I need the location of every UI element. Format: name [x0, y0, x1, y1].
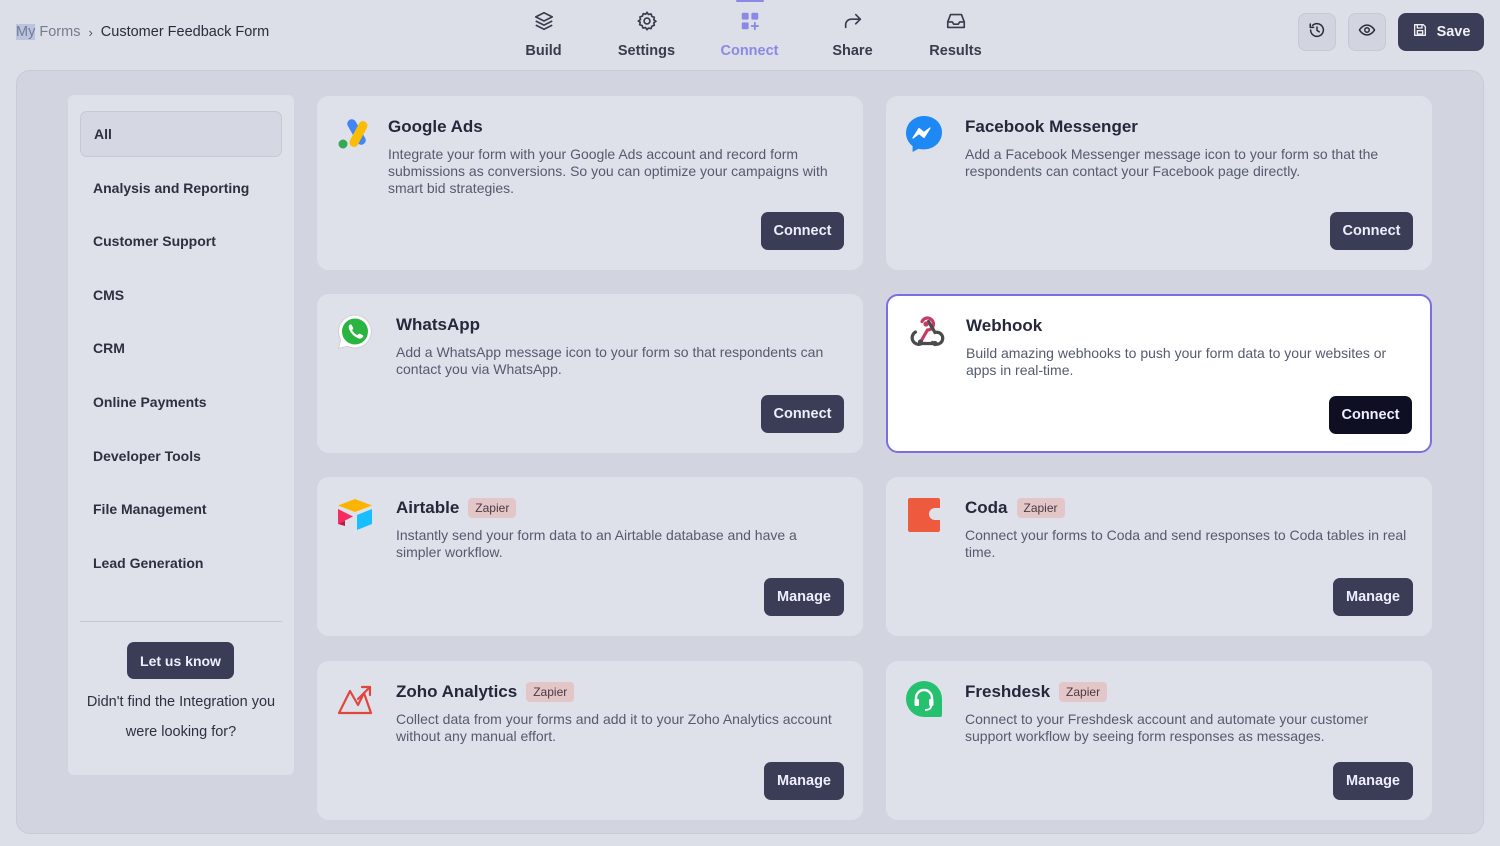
integration-card-coda: Coda Zapier Connect your forms to Coda a…: [886, 477, 1432, 636]
nav-tabs: Build Settings Connect Share Results: [492, 0, 1007, 68]
tab-build[interactable]: Build: [492, 0, 595, 68]
integration-card-whatsapp: WhatsApp Add a WhatsApp message icon to …: [317, 294, 863, 453]
integration-card-zoho-analytics: Zoho Analytics Zapier Collect data from …: [317, 661, 863, 820]
integration-card-webhook: Webhook Build amazing webhooks to push y…: [886, 294, 1432, 453]
manage-button[interactable]: Manage: [764, 762, 844, 800]
tab-connect-label: Connect: [720, 43, 779, 59]
integration-description: Connect to your Freshdesk account and au…: [965, 711, 1369, 744]
integration-description: Collect data from your forms and add it …: [396, 711, 832, 744]
integration-name: Webhook: [966, 316, 1043, 335]
card-title: Google Ads: [388, 117, 483, 137]
save-icon: [1412, 22, 1428, 42]
layers-icon: [533, 10, 555, 37]
whatsapp-icon: [335, 312, 375, 352]
zapier-badge: Zapier: [526, 682, 575, 702]
apps-add-icon: [739, 10, 761, 37]
manage-button[interactable]: Manage: [1333, 578, 1413, 616]
integration-name: WhatsApp: [396, 315, 481, 334]
integration-description: Integrate your form with your Google Ads…: [388, 146, 828, 196]
integration-not-found-text: Didn't find the Integration you were loo…: [86, 694, 276, 740]
save-button[interactable]: Save: [1398, 13, 1484, 51]
let-us-know-button[interactable]: Let us know: [127, 642, 234, 679]
category-customer-support[interactable]: Customer Support: [80, 218, 282, 264]
breadcrumb-current-form: Customer Feedback Form: [100, 24, 270, 40]
eye-icon: [1358, 21, 1376, 44]
preview-button[interactable]: [1348, 13, 1386, 51]
connect-button[interactable]: Connect: [761, 212, 844, 250]
breadcrumb-my-forms-text: Forms: [35, 24, 81, 40]
card-title: Freshdesk Zapier: [965, 682, 1108, 702]
card-title: Facebook Messenger: [965, 117, 1138, 137]
history-button[interactable]: [1298, 13, 1336, 51]
zapier-badge: Zapier: [1059, 682, 1108, 702]
integration-description: Instantly send your form data to an Airt…: [396, 527, 797, 560]
integration-name: Freshdesk: [965, 682, 1051, 701]
category-analysis-reporting[interactable]: Analysis and Reporting: [80, 165, 282, 211]
integration-card-freshdesk: Freshdesk Zapier Connect to your Freshde…: [886, 661, 1432, 820]
header-actions: Save: [1298, 13, 1484, 51]
tab-results-label: Results: [929, 43, 982, 59]
category-lead-generation[interactable]: Lead Generation: [80, 540, 282, 586]
connect-button[interactable]: Connect: [761, 395, 844, 433]
freshdesk-icon: [904, 679, 944, 719]
tab-settings[interactable]: Settings: [595, 0, 698, 68]
breadcrumb-separator: ›: [88, 24, 93, 40]
breadcrumb: My Forms › Customer Feedback Form: [16, 24, 269, 40]
category-sidebar: All Analysis and Reporting Customer Supp…: [68, 95, 294, 775]
tab-results[interactable]: Results: [904, 0, 1007, 68]
category-all[interactable]: All: [80, 111, 282, 157]
coda-icon: [904, 495, 944, 535]
connect-button[interactable]: Connect: [1329, 396, 1412, 434]
card-title: Coda Zapier: [965, 498, 1065, 518]
integration-card-airtable: Airtable Zapier Instantly send your form…: [317, 477, 863, 636]
category-developer-tools[interactable]: Developer Tools: [80, 433, 282, 479]
tab-share-label: Share: [832, 43, 873, 59]
integration-name: Google Ads: [388, 117, 483, 136]
category-marketing-automation[interactable]: Marketing Automation: [80, 593, 282, 611]
integration-card-facebook-messenger: Facebook Messenger Add a Facebook Messen…: [886, 96, 1432, 270]
webhook-icon: [905, 313, 945, 353]
card-title: Airtable Zapier: [396, 498, 517, 518]
integration-card-google-ads: Google Ads Integrate your form with your…: [317, 96, 863, 270]
tab-settings-label: Settings: [617, 43, 676, 59]
messenger-icon: [904, 114, 944, 154]
integration-name: Zoho Analytics: [396, 682, 518, 701]
zoho-analytics-icon: [335, 679, 375, 719]
card-title: Zoho Analytics Zapier: [396, 682, 575, 702]
category-list[interactable]: All Analysis and Reporting Customer Supp…: [80, 111, 282, 611]
inbox-icon: [945, 10, 967, 37]
top-bar: My Forms › Customer Feedback Form Build …: [0, 0, 1500, 68]
share-arrow-icon: [842, 10, 864, 37]
integration-name: Facebook Messenger: [965, 117, 1138, 136]
integration-description: Connect your forms to Coda and send resp…: [965, 527, 1407, 560]
breadcrumb-my-forms-link[interactable]: My Forms: [16, 24, 80, 40]
connect-button[interactable]: Connect: [1330, 212, 1413, 250]
airtable-icon: [335, 495, 375, 535]
integration-description: Add a WhatsApp message icon to your form…: [396, 344, 824, 377]
tab-build-label: Build: [525, 43, 562, 59]
card-title: Webhook: [966, 316, 1042, 336]
integration-name: Coda: [965, 498, 1008, 517]
integration-name: Airtable: [396, 498, 460, 517]
category-online-payments[interactable]: Online Payments: [80, 379, 282, 425]
save-label: Save: [1436, 24, 1471, 40]
integration-description: Add a Facebook Messenger message icon to…: [965, 146, 1379, 179]
category-crm[interactable]: CRM: [80, 325, 282, 371]
integration-description: Build amazing webhooks to push your form…: [966, 345, 1387, 378]
google-ads-icon: [335, 114, 375, 154]
zapier-badge: Zapier: [468, 498, 517, 518]
card-title: WhatsApp: [396, 315, 480, 335]
tab-share[interactable]: Share: [801, 0, 904, 68]
tab-connect[interactable]: Connect: [698, 0, 801, 68]
category-file-management[interactable]: File Management: [80, 486, 282, 532]
gear-icon: [636, 10, 658, 37]
sidebar-divider: [80, 621, 282, 622]
manage-button[interactable]: Manage: [1333, 762, 1413, 800]
zapier-badge: Zapier: [1016, 498, 1065, 518]
history-icon: [1308, 21, 1326, 44]
manage-button[interactable]: Manage: [764, 578, 844, 616]
breadcrumb-my-forms-highlight: My: [16, 24, 36, 40]
category-cms[interactable]: CMS: [80, 272, 282, 318]
